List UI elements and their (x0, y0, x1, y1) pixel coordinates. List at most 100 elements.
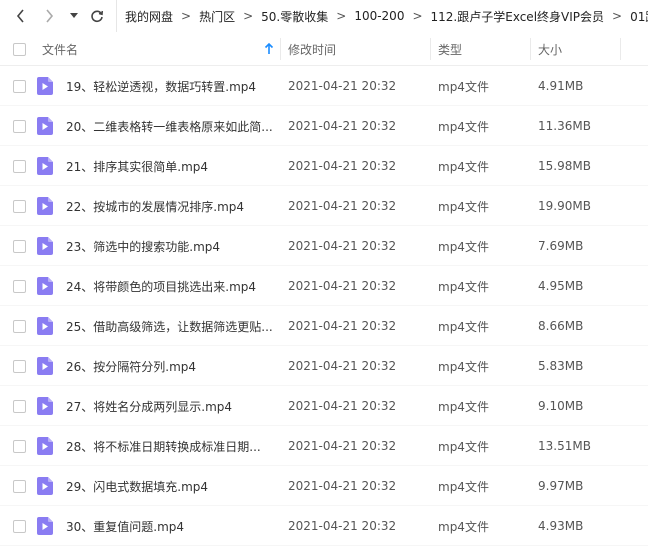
file-name[interactable]: 25、借助高级筛选，让数据筛选更贴... (66, 306, 272, 346)
row-checkbox[interactable] (13, 360, 26, 373)
row-checkbox[interactable] (13, 440, 26, 453)
video-file-icon (37, 277, 53, 295)
breadcrumb-item[interactable]: 热门区 (199, 8, 235, 25)
file-type: mp4文件 (438, 159, 489, 174)
file-row[interactable]: 29、闪电式数据填充.mp4 2021-04-21 20:32 mp4文件 9.97M… (0, 466, 648, 506)
breadcrumb-item[interactable]: 100-200 (354, 9, 404, 23)
video-file-icon (37, 477, 53, 495)
file-name[interactable]: 30、重复值问题.mp4 (66, 506, 272, 546)
video-file-icon (37, 77, 53, 95)
video-file-icon (37, 197, 53, 215)
file-row[interactable]: 25、借助高级筛选，让数据筛选更贴... 2021-04-21 20:32 mp4文… (0, 306, 648, 346)
chevron-right-icon[interactable] (36, 3, 62, 29)
file-type: mp4文件 (438, 359, 489, 374)
breadcrumb-item[interactable]: 112.跟卢子学Excel终身VIP会员 (431, 8, 605, 25)
file-name[interactable]: 22、按城市的发展情况排序.mp4 (66, 186, 272, 226)
file-row[interactable]: 21、排序其实很简单.mp4 2021-04-21 20:32 mp4文件 15.98… (0, 146, 648, 186)
file-name[interactable]: 28、将不标准日期转换成标准日期... (66, 426, 272, 466)
column-type[interactable]: 类型 (438, 32, 462, 66)
row-checkbox[interactable] (13, 320, 26, 333)
file-name[interactable]: 27、将姓名分成两列显示.mp4 (66, 386, 272, 426)
row-checkbox[interactable] (13, 520, 26, 533)
video-file-icon (37, 397, 53, 415)
file-modified: 2021-04-21 20:32 (288, 159, 397, 173)
file-name[interactable]: 20、二维表格转一维表格原来如此简... (66, 106, 272, 146)
file-type: mp4文件 (438, 479, 489, 494)
file-row[interactable]: 23、筛选中的搜索功能.mp4 2021-04-21 20:32 mp4文件 7.69… (0, 226, 648, 266)
row-checkbox[interactable] (13, 280, 26, 293)
video-file-icon (37, 117, 53, 135)
file-name[interactable]: 19、轻松逆透视，数据巧转置.mp4 (66, 66, 272, 106)
breadcrumb-separator: > (612, 9, 623, 23)
column-divider[interactable] (280, 38, 281, 60)
file-modified: 2021-04-21 20:32 (288, 319, 397, 333)
breadcrumb-separator: > (243, 9, 254, 23)
file-modified: 2021-04-21 20:32 (288, 359, 397, 373)
file-list: 19、轻松逆透视，数据巧转置.mp4 2021-04-21 20:32 mp4文件 4… (0, 66, 648, 546)
toolbar: 我的网盘 > 热门区 >50.零散收集 >100-200 >112.跟卢子学Excel终身… (0, 0, 648, 32)
breadcrumb: 我的网盘 > 热门区 >50.零散收集 >100-200 >112.跟卢子学Excel终身… (116, 0, 648, 32)
breadcrumb-item[interactable]: 01跟卢 (630, 8, 648, 25)
file-row[interactable]: 20、二维表格转一维表格原来如此简... 2021-04-21 20:32 mp4文… (0, 106, 648, 146)
column-divider[interactable] (430, 38, 431, 60)
video-file-icon (37, 437, 53, 455)
column-size[interactable]: 大小 (538, 32, 562, 66)
select-all-checkbox-cell (13, 32, 26, 66)
file-modified: 2021-04-21 20:32 (288, 239, 397, 253)
file-size: 4.95MB (538, 279, 584, 293)
file-row[interactable]: 26、按分隔符分列.mp4 2021-04-21 20:32 mp4文件 5.83MB (0, 346, 648, 386)
file-modified: 2021-04-21 20:32 (288, 439, 397, 453)
column-modified[interactable]: 修改时间 (288, 32, 336, 66)
file-size: 5.83MB (538, 359, 584, 373)
file-row[interactable]: 30、重复值问题.mp4 2021-04-21 20:32 mp4文件 4.93MB (0, 506, 648, 546)
refresh-icon[interactable] (84, 3, 110, 29)
file-name[interactable]: 23、筛选中的搜索功能.mp4 (66, 226, 272, 266)
file-row[interactable]: 19、轻松逆透视，数据巧转置.mp4 2021-04-21 20:32 mp4文件 4… (0, 66, 648, 106)
file-row[interactable]: 22、按城市的发展情况排序.mp4 2021-04-21 20:32 mp4文件 19… (0, 186, 648, 226)
row-checkbox[interactable] (13, 240, 26, 253)
video-file-icon (37, 517, 53, 535)
row-checkbox[interactable] (13, 80, 26, 93)
breadcrumb-item[interactable]: 我的网盘 (125, 8, 173, 25)
chevron-left-icon[interactable] (8, 3, 34, 29)
file-type: mp4文件 (438, 519, 489, 534)
row-checkbox[interactable] (13, 480, 26, 493)
video-file-icon (37, 237, 53, 255)
file-type: mp4文件 (438, 399, 489, 414)
file-size: 11.36MB (538, 119, 591, 133)
column-header: 文件名 修改时间 类型 大小 (0, 32, 648, 66)
video-file-icon (37, 357, 53, 375)
file-modified: 2021-04-21 20:32 (288, 399, 397, 413)
caret-down-icon[interactable] (62, 3, 86, 29)
video-file-icon (37, 157, 53, 175)
file-size: 15.98MB (538, 159, 591, 173)
row-checkbox[interactable] (13, 120, 26, 133)
file-size: 7.69MB (538, 239, 584, 253)
file-row[interactable]: 27、将姓名分成两列显示.mp4 2021-04-21 20:32 mp4文件 9.1… (0, 386, 648, 426)
file-type: mp4文件 (438, 79, 489, 94)
file-name[interactable]: 29、闪电式数据填充.mp4 (66, 466, 272, 506)
file-row[interactable]: 24、将带颜色的项目挑选出来.mp4 2021-04-21 20:32 mp4文件 4… (0, 266, 648, 306)
breadcrumb-item[interactable]: 50.零散收集 (261, 8, 328, 25)
row-checkbox[interactable] (13, 400, 26, 413)
file-name[interactable]: 26、按分隔符分列.mp4 (66, 346, 272, 386)
file-type: mp4文件 (438, 319, 489, 334)
file-size: 4.93MB (538, 519, 584, 533)
file-modified: 2021-04-21 20:32 (288, 279, 397, 293)
file-modified: 2021-04-21 20:32 (288, 519, 397, 533)
file-modified: 2021-04-21 20:32 (288, 119, 397, 133)
file-type: mp4文件 (438, 199, 489, 214)
select-all-checkbox[interactable] (13, 42, 26, 56)
file-modified: 2021-04-21 20:32 (288, 479, 397, 493)
file-row[interactable]: 28、将不标准日期转换成标准日期... 2021-04-21 20:32 mp4文件… (0, 426, 648, 466)
column-name[interactable]: 文件名 (42, 32, 78, 66)
file-type: mp4文件 (438, 279, 489, 294)
sort-ascending-icon[interactable] (263, 42, 275, 56)
file-name[interactable]: 21、排序其实很简单.mp4 (66, 146, 272, 186)
row-checkbox[interactable] (13, 200, 26, 213)
breadcrumb-separator: > (336, 9, 347, 23)
row-checkbox[interactable] (13, 160, 26, 173)
file-name[interactable]: 24、将带颜色的项目挑选出来.mp4 (66, 266, 272, 306)
column-divider[interactable] (620, 38, 621, 60)
column-divider[interactable] (530, 38, 531, 60)
